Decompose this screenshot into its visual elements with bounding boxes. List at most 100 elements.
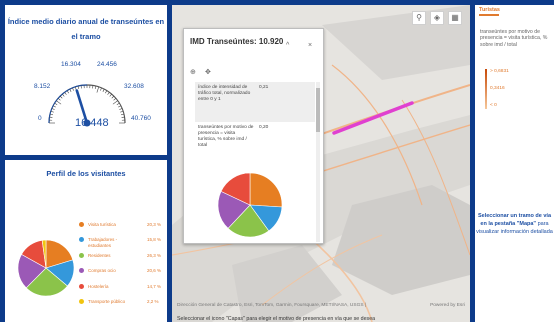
legend-high-label: > 0,6831 [490,69,509,74]
map-attribution: Dirección General de Catastro, Esri, Tom… [177,303,367,308]
attribute-value: 0,20 [259,125,269,130]
legend-label: Hostelería [88,283,109,289]
visitor-profile-panel: Perfil de los visitantes Visita turístic… [5,160,167,322]
gauge-tick-mark [116,102,120,105]
gauge-tick-mark [113,98,117,101]
gauge-tick-mark [50,110,54,113]
gauge-dial [48,84,126,127]
gauge-tick-mark [72,87,74,91]
attribute-label: transeúntes por motivo de presencia = vi… [198,125,254,148]
legend-value: 20,3 % [147,222,162,227]
grid-icon[interactable]: ▦ [448,11,462,25]
legend-color-ramp [485,69,487,109]
legend-swatch [79,298,84,304]
gauge-tick-mark [57,98,61,101]
gauge-tick-mark [120,110,124,113]
popup-pie-chart [217,172,283,238]
gauge-tick-mark [96,86,100,93]
attribute-label: índice de intensidad de tráfico total, n… [198,85,251,102]
legend-value: 20,6 % [147,268,162,274]
gauge-tick-3: 24.456 [97,61,117,68]
legend-item: Transporte público 2,2 % [79,297,167,312]
gauge-min-label: 0 [38,115,42,122]
legend-low-label: < 0 [490,103,497,108]
attribute-value: 0,21 [259,85,269,90]
profile-pie-chart [17,239,75,297]
gauge-tick-mark [94,85,97,90]
gauge-tick-mark [64,92,67,95]
gauge-tick-mark [77,85,80,90]
gauge-tick-mark [62,93,65,97]
gauge-tick-mark [112,100,118,105]
legend-swatch [79,237,84,243]
gauge-tick-mark [118,105,121,108]
powered-by-link[interactable]: Powered by Esri [430,303,465,308]
legend-item: Compras ocio 20,6 % [79,266,167,281]
legend-item: Hostelería 14,7 % [79,282,167,297]
gauge-tick-mark [69,89,72,92]
legend-swatch [79,252,84,258]
gauge-tick-mark [59,95,63,99]
legend-label: Residentes [88,252,111,258]
legend-value: 26,3 % [147,252,162,258]
legend-label: Trabajadores - estudiantes [88,237,118,248]
feature-popup: IMD Transeúntes: 10.920 ^ × ⊕ ✥ índice d… [183,28,324,244]
gauge-tick-mark [66,90,69,94]
legend-value: 14,7 % [147,283,162,289]
gauge-tick-2: 16.304 [61,61,81,68]
table-row: índice de intensidad de tráfico total, n… [195,82,315,122]
tab-underline [479,14,499,16]
popup-close-button[interactable]: × [308,42,312,49]
gauge-tick-mark [111,95,115,99]
profile-legend: Visita turística 20,3 % Trabajadores - est… [79,220,167,312]
gauge-panel: Índice medio diario anual de transeúntes… [5,5,167,155]
gauge-tick-1: 8.152 [34,83,51,90]
scrollbar-thumb[interactable] [316,88,320,132]
profile-title: Perfil de los visitantes [46,169,126,178]
gauge-tick-5: 40.760 [131,115,151,122]
legend-value: 2,2 % [147,298,159,304]
legend-label: Visita turística [88,222,116,227]
dashboard: Índice medio diario anual de transeúntes… [0,0,554,322]
gauge-tick-mark [119,108,123,110]
gauge-tick-mark [54,102,58,105]
legend-description: transeúntes por motivo de presencia = vi… [480,29,548,48]
legend-swatch [79,283,84,289]
layers-icon[interactable]: ◈ [430,11,444,25]
legend-mid-label: 0,3416 [490,86,505,91]
legend-item: Residentes 26,3 % [79,251,167,266]
gauge-tick-mark [56,100,62,105]
gauge-value: 16.448 [75,117,109,129]
gauge-tick-mark [107,92,110,95]
zoom-icon[interactable]: ⊕ [190,68,196,76]
popup-scrollbar[interactable] [316,82,320,242]
gauge-tick-4: 32.608 [124,83,144,90]
legend-tab-title[interactable]: Turistas [479,7,500,13]
gauge-tick-mark [53,105,56,108]
popup-minimize-button[interactable]: ^ [286,42,289,49]
search-icon[interactable]: ⚲ [412,11,426,25]
popup-title: IMD Transeúntes: 10.920 [190,37,284,46]
legend-swatch [79,268,84,274]
gauge-tick-mark [49,113,54,116]
pie-slice[interactable] [249,172,283,208]
table-row: transeúntes por motivo de presencia = vi… [195,122,315,162]
layers-hint-message: Seleccionar el icono "Capas" para elegir… [177,316,376,322]
popup-attribute-table: índice de intensidad de tráfico total, n… [195,82,315,162]
gauge-tick-mark [120,113,125,116]
map-view[interactable]: ⚲ ◈ ▦ IMD Transeúntes: 10.920 ^ × ⊕ ✥ ín… [172,5,470,322]
gauge-tick-mark [100,87,102,91]
gauge-tick-mark [102,89,105,92]
legend-swatch [79,222,84,227]
legend-item: Visita turística 20,3 % [79,220,167,235]
legend-label: Compras ocio [88,268,116,274]
gauge-tick-mark [109,93,112,97]
legend-label: Transporte público [88,298,126,304]
legend-item: Trabajadores - estudiantes 15,8 % [79,235,167,250]
move-icon[interactable]: ✥ [205,68,211,76]
legend-value: 15,8 % [147,237,162,243]
gauge-tick-mark [51,108,55,110]
legend-panel: Turistas transeúntes por motivo de prese… [475,5,554,322]
select-segment-message: Seleccionar un tramo de vía en la pestañ… [475,212,554,236]
gauge-tick-mark [105,90,108,94]
